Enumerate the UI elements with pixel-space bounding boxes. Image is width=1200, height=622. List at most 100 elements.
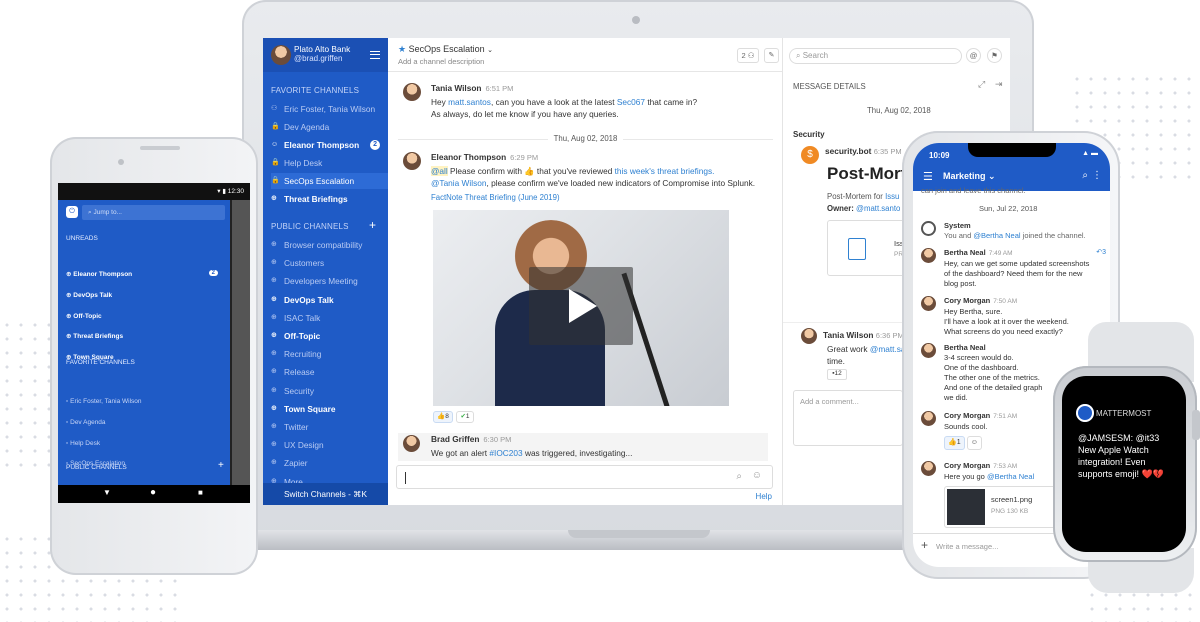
globe-icon: ⊕ [271,313,277,321]
help-link[interactable]: Help [756,492,772,501]
reaction-thumbs[interactable]: 👍8 [433,411,453,423]
favorite-channels-heading: FAVORITE CHANNELS [271,86,360,95]
android-unread-item[interactable]: ⊕ Off-Topic [66,312,226,320]
flag-icon[interactable]: ⚑ [987,48,1002,63]
play-button[interactable] [529,267,633,345]
sidebar-item-favorite[interactable]: ⊕ Threat Briefings [271,191,388,207]
sidebar-item-public[interactable]: ⊕ Customers [271,255,388,271]
attachment-icon[interactable]: ⌕ [736,471,742,482]
add-channel-icon[interactable]: + [369,218,376,232]
sidebar-item-public[interactable]: ⊕ Developers Meeting [271,273,388,289]
briefings-link[interactable]: this week's threat briefings. [615,166,715,176]
star-icon[interactable]: ★ [398,44,406,54]
username: @brad.griffen [294,54,343,63]
sidebar-item-public[interactable]: ⊕ ISAC Talk [271,310,388,326]
mention-icon[interactable]: @ [966,48,981,63]
avatar [921,296,936,311]
more-icon[interactable]: ⋮ [1092,170,1102,181]
unreads-heading: UNREADS [66,235,98,242]
comment-input[interactable]: Add a comment... [793,390,903,446]
channel-label: Twitter [284,422,309,432]
channel-label: Town Square [284,403,336,414]
lock-icon: ▫ [66,418,69,426]
hamburger-menu-icon[interactable] [370,51,380,59]
sidebar-item-favorite[interactable]: ☺ Eleanor Thompson 2 [271,137,388,153]
recents-icon[interactable]: ■ [198,488,203,497]
emoji-icon[interactable]: ☺ [752,470,762,481]
member-count-button[interactable]: 2 ⚇ [737,48,759,63]
reaction-check[interactable]: ✔1 [456,411,474,423]
add-icon[interactable]: + [921,538,928,552]
android-unread-item[interactable]: ⊕ DevOps Talk [66,291,226,299]
sidebar-item-public[interactable]: ⊕ Security [271,383,388,399]
channel-label: Help Desk [70,439,101,447]
channel-label: Eric Foster, Tania Wilson [70,398,142,405]
reply-count[interactable]: ↶3 [1096,248,1106,258]
timestamp: 6:35 PM [873,147,902,156]
sidebar-item-favorite[interactable]: 🔒 Help Desk [271,155,388,171]
globe-icon: ⊕ [271,423,277,430]
globe-icon: ⊕ [271,459,277,467]
mention-link[interactable]: @all [431,166,448,176]
desktop-app: Plato Alto Bank @brad.griffen FAVORITE C… [263,38,1010,505]
reaction-thumbs[interactable]: 👍1 [944,436,965,450]
android-favorite-item[interactable]: ▫ Dev Agenda [66,419,226,426]
message-fragment: can join and leave this channel. [921,186,1026,195]
sidebar-item-public[interactable]: ⊕ Zapier [271,455,388,471]
sidebar-item-public[interactable]: ⊕ Recruiting [271,346,388,362]
sidebar-item-public[interactable]: ⊕ Town Square [271,401,388,417]
channel-selector[interactable]: Marketing ⌄ [943,171,996,182]
sidebar-item-favorite[interactable]: ⚇ Eric Foster, Tania Wilson [271,101,388,117]
sidebar-item-public[interactable]: ⊕ Twitter [271,419,388,435]
hashtag-link[interactable]: #IOC203 [489,448,522,458]
lock-icon: 🔒 [271,159,280,166]
ticket-link[interactable]: Sec067 [617,97,645,107]
pin-icon[interactable]: ✎ [764,48,779,63]
chevron-down-icon[interactable]: ⌄ [487,47,493,54]
team-icon[interactable]: ⏻ [66,206,78,218]
sidebar-item-favorite[interactable]: 🔒 Dev Agenda [271,119,388,135]
sidebar-item-public[interactable]: ⊕ Release [271,364,388,380]
sidebar-item-public[interactable]: ⊕ Browser compatibility [271,237,388,253]
expand-icon[interactable]: ⤢ [978,79,985,90]
timestamp: 6:30 PM [483,435,512,444]
android-unread-item[interactable]: ⊕ Threat Briefings [66,332,226,340]
author-name: Eleanor Thompson [431,152,507,162]
lock-icon: ▫ [66,398,69,405]
sidebar-item-favorite[interactable]: 🔒 SecOps Escalation [271,173,388,189]
globe-icon: ⊕ [271,195,277,202]
menu-icon[interactable]: ☰ [923,170,933,183]
message-input[interactable]: ⌕ ☺ [396,465,773,489]
switch-channels-button[interactable]: Switch Channels - ⌘K [263,483,388,505]
attachment-link[interactable]: FactNote Threat Briefing (June 2019) [431,192,560,204]
file-attachment[interactable]: Iss PR [827,220,907,276]
android-favorite-item[interactable]: ▫ Help Desk [66,440,226,447]
team-header[interactable]: Plato Alto Bank @brad.griffen [263,38,388,72]
android-favorite-item[interactable]: ▫ Eric Foster, Tania Wilson [66,398,226,405]
team-name: Plato Alto Bank [294,44,351,54]
sidebar-item-public[interactable]: ⊕ Off-Topic [271,328,388,344]
add-reaction-icon[interactable]: ☺ [966,436,982,450]
home-icon[interactable]: ● [150,487,156,498]
reply-text: Great work @matt.sa [827,344,906,354]
back-icon[interactable]: ▼ [103,488,111,497]
close-icon[interactable]: ⇥ [995,79,1003,90]
reply-reaction[interactable]: ▪12 [827,369,847,380]
android-unread-item[interactable]: ⊕ Eleanor Thompson 2 [66,270,226,278]
search-input[interactable]: ⌕ Search [789,48,962,64]
channel-title[interactable]: ★ SecOps Escalation ⌄ [398,44,493,55]
channel-label: Zapier [284,458,308,469]
add-channel-icon[interactable]: + [218,460,224,471]
file-meta: PNG 130 KB [991,508,1029,515]
sidebar-item-public[interactable]: ⊕ DevOps Talk [271,292,388,308]
mention-link[interactable]: matt.santos [448,97,491,107]
video-thumbnail[interactable] [433,210,729,406]
search-icon[interactable]: ⌕ [1082,170,1088,181]
android-sidebar: ⏻ ⌕ Jump to... UNREADS ⊕ Eleanor Thompso… [58,200,230,497]
sidebar-item-public[interactable]: ⊕ UX Design [271,437,388,453]
mention-link[interactable]: @Tania Wilson [431,178,486,188]
jump-to-input[interactable]: ⌕ Jump to... [82,205,225,220]
file-thumbnail [947,489,985,525]
channel-description[interactable]: Add a channel description [398,57,484,66]
reply-text: time. [827,356,845,366]
